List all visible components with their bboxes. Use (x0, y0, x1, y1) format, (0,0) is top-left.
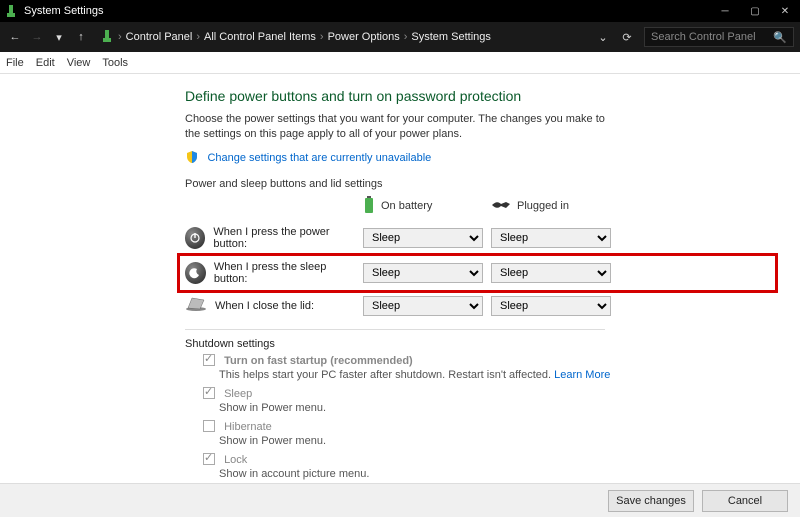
sleep-desc: Show in Power menu. (219, 402, 770, 414)
divider (185, 329, 605, 330)
save-changes-button[interactable]: Save changes (608, 490, 694, 512)
power-plugged-select[interactable]: Sleep (491, 228, 611, 248)
up-button[interactable]: ↑ (72, 28, 90, 46)
plug-icon (491, 199, 511, 214)
col-plugged-label: Plugged in (517, 200, 569, 212)
menu-edit[interactable]: Edit (36, 57, 55, 69)
col-plugged-in: Plugged in (491, 199, 611, 214)
search-placeholder: Search Control Panel (651, 31, 756, 43)
lock-title: Lock (224, 454, 247, 466)
menu-bar: File Edit View Tools (0, 52, 800, 74)
power-row-label: When I press the power button: (213, 226, 355, 250)
section-label: Power and sleep buttons and lid settings (185, 178, 770, 190)
col-battery-label: On battery (381, 200, 432, 212)
maximize-button[interactable]: ▢ (740, 0, 770, 22)
chevron-right-icon: › (320, 31, 324, 43)
change-settings-link[interactable]: Change settings that are currently unava… (207, 152, 431, 164)
checkbox-icon (203, 453, 215, 465)
back-button[interactable]: ← (6, 28, 24, 46)
column-headers: On battery Plugged in (185, 196, 770, 217)
col-on-battery: On battery (363, 196, 483, 217)
power-icon (185, 227, 205, 249)
chevron-right-icon: › (196, 31, 200, 43)
fast-startup-title: Turn on fast startup (recommended) (224, 355, 413, 367)
lid-row-label: When I close the lid: (215, 300, 314, 312)
sleep-title: Sleep (224, 388, 252, 400)
page-heading: Define power buttons and turn on passwor… (185, 88, 770, 104)
breadcrumb-system-settings[interactable]: System Settings (411, 31, 490, 43)
window-title: System Settings (24, 5, 103, 17)
lid-plugged-select[interactable]: Sleep (491, 296, 611, 316)
hibernate-checkbox: Hibernate (203, 420, 770, 433)
power-button-row: When I press the power button: Sleep Sle… (185, 223, 770, 253)
lid-battery-select[interactable]: Sleep (363, 296, 483, 316)
menu-view[interactable]: View (67, 57, 91, 69)
cancel-button[interactable]: Cancel (702, 490, 788, 512)
battery-icon (363, 196, 375, 217)
page-description: Choose the power settings that you want … (185, 112, 615, 142)
sleep-battery-select[interactable]: Sleep (363, 263, 483, 283)
lid-icon (185, 296, 207, 315)
fast-startup-checkbox: Turn on fast startup (recommended) (203, 354, 770, 367)
navigation-bar: ← → ▾ ↑ › Control Panel › All Control Pa… (0, 22, 800, 52)
menu-file[interactable]: File (6, 57, 24, 69)
app-icon (4, 4, 18, 18)
hibernate-title: Hibernate (224, 421, 272, 433)
lock-checkbox: Lock (203, 453, 770, 466)
checkbox-icon (203, 420, 215, 432)
search-input[interactable]: Search Control Panel 🔍 (644, 27, 794, 47)
shutdown-settings-heading: Shutdown settings (185, 338, 770, 350)
footer-bar: Save changes Cancel (0, 483, 800, 517)
refresh-button[interactable]: ⟳ (616, 31, 638, 44)
learn-more-link[interactable]: Learn More (554, 369, 610, 381)
sleep-row-label: When I press the sleep button: (214, 261, 355, 285)
breadcrumb-control-panel[interactable]: Control Panel (126, 31, 193, 43)
search-icon: 🔍 (773, 31, 787, 44)
chevron-right-icon: › (118, 31, 122, 43)
address-dropdown-button[interactable]: ⌄ (594, 28, 612, 46)
power-battery-select[interactable]: Sleep (363, 228, 483, 248)
lock-desc: Show in account picture menu. (219, 468, 770, 480)
recent-locations-button[interactable]: ▾ (50, 28, 68, 46)
forward-button[interactable]: → (28, 28, 46, 46)
chevron-right-icon: › (404, 31, 408, 43)
menu-tools[interactable]: Tools (102, 57, 128, 69)
sleep-button-row: When I press the sleep button: Sleep Sle… (181, 257, 774, 289)
sleep-icon (185, 262, 206, 284)
app-crumb-icon (100, 29, 114, 46)
checkbox-icon (203, 387, 215, 399)
close-button[interactable]: ✕ (770, 0, 800, 22)
title-bar: System Settings ─ ▢ ✕ (0, 0, 800, 22)
minimize-button[interactable]: ─ (710, 0, 740, 22)
breadcrumb-all-items[interactable]: All Control Panel Items (204, 31, 316, 43)
checkbox-icon (203, 354, 215, 366)
hibernate-desc: Show in Power menu. (219, 435, 770, 447)
lid-row: When I close the lid: Sleep Sleep (185, 293, 770, 319)
shield-icon (185, 150, 199, 164)
sleep-checkbox: Sleep (203, 387, 770, 400)
sleep-plugged-select[interactable]: Sleep (491, 263, 611, 283)
change-settings-link-row: Change settings that are currently unava… (185, 148, 770, 166)
content-area: Define power buttons and turn on passwor… (0, 74, 800, 483)
fast-startup-desc: This helps start your PC faster after sh… (219, 369, 770, 381)
breadcrumb-power-options[interactable]: Power Options (328, 31, 400, 43)
